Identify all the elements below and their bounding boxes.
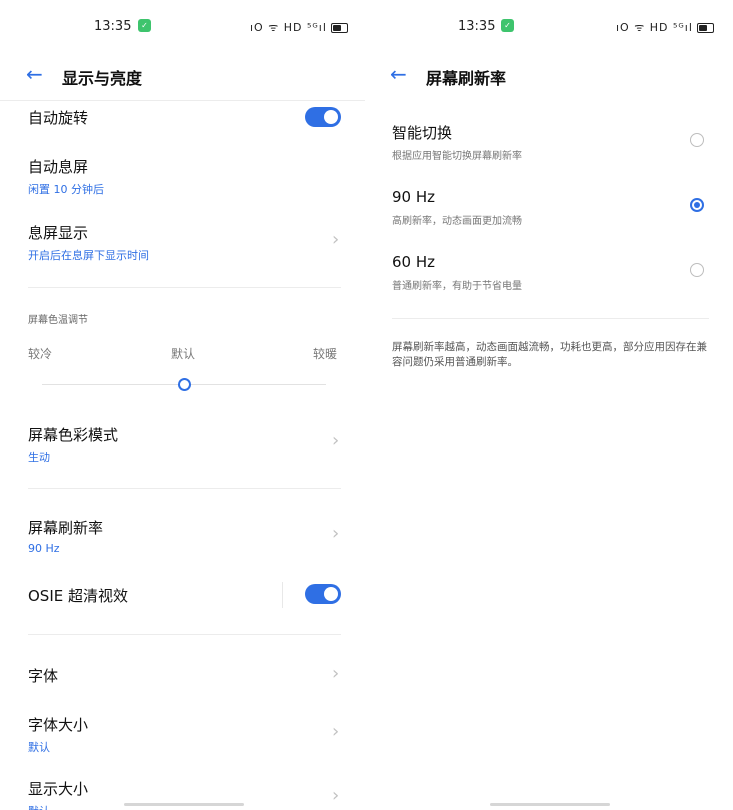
- status-icons: ıO ᯤ HD ⁵ᴳıl: [616, 20, 714, 35]
- battery-icon: [330, 22, 348, 33]
- back-arrow-icon[interactable]: ←: [390, 64, 407, 84]
- color-temp-label: 屏幕色温调节: [28, 315, 88, 326]
- chevron-right-icon: ›: [332, 430, 340, 451]
- status-icons-text: ıO ᯤ HD ⁵ᴳıl: [616, 21, 693, 34]
- back-arrow-icon[interactable]: ←: [26, 64, 43, 84]
- section-divider: [28, 488, 341, 489]
- chevron-right-icon: ›: [332, 523, 340, 544]
- chevron-right-icon: ›: [332, 721, 340, 742]
- refresh-rate-value: 90 Hz: [28, 542, 60, 555]
- option-description: 根据应用智能切换屏幕刷新率: [392, 151, 522, 162]
- page-header: ← 屏幕刷新率: [368, 60, 733, 94]
- refresh-rate-note: 屏幕刷新率越高，动态画面越流畅，功耗也更高，部分应用因存在兼容问题仍采用普通刷新…: [392, 341, 707, 368]
- option-radio[interactable]: [690, 133, 704, 147]
- display-size-label: 显示大小: [28, 780, 89, 798]
- home-indicator[interactable]: [124, 803, 244, 806]
- status-bar: 13:35 ✓ ıO ᯤ HD ⁵ᴳıl: [0, 0, 365, 50]
- option-label: 智能切换: [392, 124, 453, 142]
- color-temp-slider-knob[interactable]: [178, 378, 191, 391]
- home-indicator[interactable]: [490, 803, 610, 806]
- refresh-rate-label: 屏幕刷新率: [28, 519, 104, 537]
- chevron-right-icon: ›: [332, 229, 340, 250]
- status-icons-text: ıO ᯤ HD ⁵ᴳıl: [250, 21, 327, 34]
- color-temp-cold: 较冷: [28, 347, 53, 361]
- aod-value: 开启后在息屏下显示时间: [28, 249, 149, 262]
- chevron-right-icon: ›: [332, 785, 340, 806]
- osie-separator: [282, 582, 283, 608]
- auto-sleep-value: 闲置 10 分钟后: [28, 183, 104, 196]
- option-radio[interactable]: [690, 263, 704, 277]
- font-size-value: 默认: [28, 741, 50, 754]
- status-time: 13:35: [458, 19, 496, 34]
- auto-sleep-label: 自动息屏: [28, 158, 89, 176]
- auto-rotate-label: 自动旋转: [28, 109, 89, 127]
- color-mode-label: 屏幕色彩模式: [28, 426, 119, 444]
- page-header: ← 显示与亮度: [0, 60, 365, 94]
- status-time: 13:35: [94, 19, 132, 34]
- aod-label: 息屏显示: [28, 224, 89, 242]
- color-temp-warm: 较暖: [313, 347, 338, 361]
- chevron-right-icon: ›: [332, 663, 340, 684]
- color-temp-default: 默认: [171, 347, 196, 361]
- header-divider: [0, 100, 365, 101]
- status-bar: 13:35 ✓ ıO ᯤ HD ⁵ᴳıl: [368, 0, 733, 50]
- option-description: 高刷新率，动态画面更加流畅: [392, 216, 522, 227]
- font-size-label: 字体大小: [28, 716, 89, 734]
- battery-icon: [696, 22, 714, 33]
- osie-toggle[interactable]: [305, 584, 341, 604]
- section-divider: [28, 287, 341, 288]
- display-size-value: 默认: [28, 803, 50, 810]
- option-label: 60 Hz: [392, 253, 436, 271]
- page-title: 屏幕刷新率: [426, 69, 507, 88]
- font-label: 字体: [28, 667, 59, 685]
- refresh-rate-screen: 13:35 ✓ ıO ᯤ HD ⁵ᴳıl ← 屏幕刷新率 智能切换 根据应用智能…: [368, 0, 733, 810]
- display-brightness-screen: 13:35 ✓ ıO ᯤ HD ⁵ᴳıl ← 显示与亮度 自动旋转 自动息屏 闲…: [0, 0, 365, 810]
- osie-label: OSIE 超清视效: [28, 587, 128, 605]
- option-description: 普通刷新率，有助于节省电量: [392, 281, 522, 292]
- page-title: 显示与亮度: [62, 69, 143, 88]
- notification-app-icon: ✓: [138, 19, 151, 32]
- notification-app-icon: ✓: [501, 19, 514, 32]
- option-radio-selected[interactable]: [690, 198, 704, 212]
- auto-rotate-toggle[interactable]: [305, 107, 341, 127]
- option-label: 90 Hz: [392, 188, 436, 206]
- status-icons: ıO ᯤ HD ⁵ᴳıl: [250, 20, 348, 35]
- section-divider: [392, 318, 709, 319]
- section-divider: [28, 634, 341, 635]
- color-mode-value: 生动: [28, 451, 50, 464]
